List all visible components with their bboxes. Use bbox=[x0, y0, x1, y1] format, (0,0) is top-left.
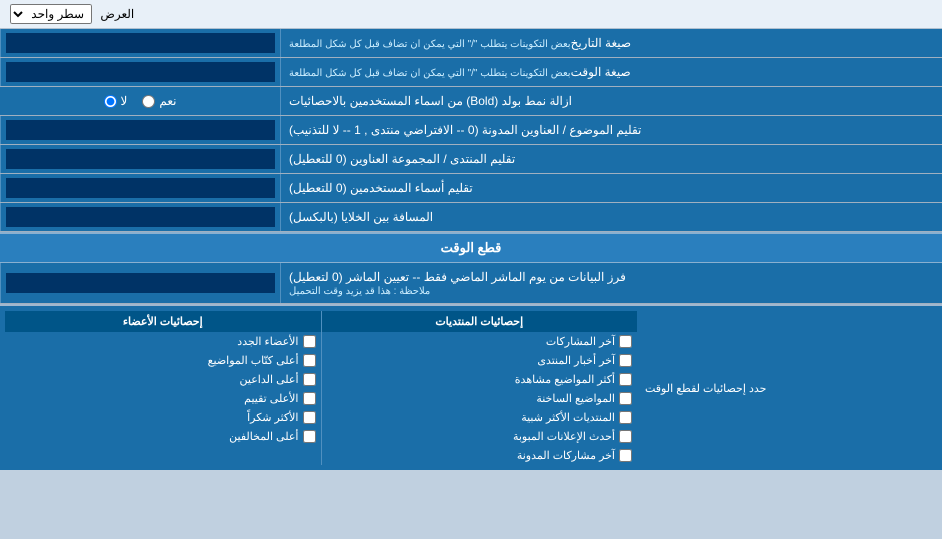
members-col-header: إحصائيات الأعضاء bbox=[5, 311, 321, 332]
username-trim-input-cell: 0 bbox=[0, 174, 280, 202]
bold-remove-label-cell: ازالة نمط بولد (Bold) من اسماء المستخدمي… bbox=[280, 87, 942, 115]
time-format-label-cell: صيغة الوقت بعض التكوينات يتطلب "/" التي … bbox=[280, 58, 942, 86]
time-cut-title: قطع الوقت bbox=[441, 240, 502, 256]
username-trim-input[interactable]: 0 bbox=[6, 178, 275, 198]
username-trim-row: تقليم أسماء المستخدمين (0 للتعطيل) 0 bbox=[0, 174, 942, 203]
time-cut-days-input[interactable]: 0 bbox=[6, 273, 275, 293]
bold-remove-yes-label[interactable]: نعم bbox=[142, 94, 176, 108]
topic-sort-input[interactable]: 33 bbox=[6, 120, 275, 140]
date-format-label-cell: صيغة التاريخ بعض التكوينات يتطلب "/" الت… bbox=[280, 29, 942, 57]
checkbox-top-rated[interactable] bbox=[303, 392, 316, 405]
checkbox-new-members[interactable] bbox=[303, 335, 316, 348]
time-format-input-cell: H:i bbox=[0, 58, 280, 86]
time-format-row: صيغة الوقت بعض التكوينات يتطلب "/" التي … bbox=[0, 58, 942, 87]
time-cut-days-row: فرز البيانات من يوم الماشر الماضي فقط --… bbox=[0, 263, 942, 304]
checkbox-last-posts[interactable] bbox=[619, 335, 632, 348]
topic-sort-label-cell: تقليم الموضوع / العناوين المدونة (0 -- ا… bbox=[280, 116, 942, 144]
time-cut-days-label: فرز البيانات من يوم الماشر الماضي فقط --… bbox=[289, 270, 626, 284]
time-cut-days-sublabel: ملاحظة : هذا قد يزيد وقت التحميل bbox=[289, 286, 430, 297]
display-mode-label: العرض bbox=[100, 7, 134, 21]
date-format-row: صيغة التاريخ بعض التكوينات يتطلب "/" الت… bbox=[0, 29, 942, 58]
topic-sort-row: تقليم الموضوع / العناوين المدونة (0 -- ا… bbox=[0, 116, 942, 145]
cell-spacing-input[interactable]: 2 bbox=[6, 207, 275, 227]
bold-remove-row: ازالة نمط بولد (Bold) من اسماء المستخدمي… bbox=[0, 87, 942, 116]
forum-sort-row: تقليم المنتدى / المجموعة العناوين (0 للت… bbox=[0, 145, 942, 174]
time-cut-days-label-cell: فرز البيانات من يوم الماشر الماضي فقط --… bbox=[280, 263, 942, 303]
date-format-input[interactable]: d-m bbox=[6, 33, 275, 53]
username-trim-label-cell: تقليم أسماء المستخدمين (0 للتعطيل) bbox=[280, 174, 942, 202]
checkbox-item-classifieds: أحدث الإعلانات المبوبة bbox=[322, 427, 638, 446]
checkbox-forum-news[interactable] bbox=[619, 354, 632, 367]
date-format-sublabel: بعض التكوينات يتطلب "/" التي يمكن ان تضا… bbox=[289, 39, 571, 50]
checkboxes-section: حدد إحصائيات لقطع الوقت إحصائيات المنتدي… bbox=[0, 304, 942, 470]
checkbox-top-inviters[interactable] bbox=[303, 373, 316, 386]
forum-sort-label: تقليم المنتدى / المجموعة العناوين (0 للت… bbox=[289, 152, 515, 166]
checkbox-item-blog-posts: آخر مشاركات المدونة bbox=[322, 446, 638, 465]
time-format-label: صيغة الوقت bbox=[571, 65, 631, 79]
checkbox-item-most-viewed: أكثر المواضيع مشاهدة bbox=[322, 370, 638, 389]
date-format-input-cell: d-m bbox=[0, 29, 280, 57]
checkbox-top-violators[interactable] bbox=[303, 430, 316, 443]
checkbox-item-top-rated: الأعلى تقييم bbox=[5, 389, 321, 408]
bold-remove-no-label[interactable]: لا bbox=[104, 94, 128, 108]
forum-sort-label-cell: تقليم المنتدى / المجموعة العناوين (0 للت… bbox=[280, 145, 942, 173]
bold-remove-label: ازالة نمط بولد (Bold) من اسماء المستخدمي… bbox=[289, 94, 572, 108]
checkbox-most-thanked[interactable] bbox=[303, 411, 316, 424]
limit-label: حدد إحصائيات لقطع الوقت bbox=[645, 382, 766, 395]
checkbox-group-members: إحصائيات الأعضاء الأعضاء الجدد أعلى كتّا… bbox=[5, 311, 321, 465]
bold-remove-no-radio[interactable] bbox=[104, 95, 117, 108]
cell-spacing-label-cell: المسافة بين الخلايا (بالبكسل) bbox=[280, 203, 942, 231]
date-format-label: صيغة التاريخ bbox=[571, 36, 632, 50]
cell-spacing-row: المسافة بين الخلايا (بالبكسل) 2 bbox=[0, 203, 942, 232]
checkbox-classifieds[interactable] bbox=[619, 430, 632, 443]
cell-spacing-input-cell: 2 bbox=[0, 203, 280, 231]
checkbox-group-forums: إحصائيات المنتديات آخر المشاركات آخر أخب… bbox=[321, 311, 638, 465]
checkbox-top-writers[interactable] bbox=[303, 354, 316, 367]
forum-sort-input-cell: 33 bbox=[0, 145, 280, 173]
checkbox-item-top-violators: أعلى المخالفين bbox=[5, 427, 321, 446]
time-format-sublabel: بعض التكوينات يتطلب "/" التي يمكن ان تضا… bbox=[289, 68, 571, 79]
bold-remove-radio-cell: نعم لا bbox=[0, 87, 280, 115]
forums-col-header: إحصائيات المنتديات bbox=[322, 311, 638, 332]
checkbox-similar-forums[interactable] bbox=[619, 411, 632, 424]
display-mode-select[interactable]: سطر واحد سطرين ثلاثة أسطر bbox=[10, 4, 92, 24]
cell-spacing-label: المسافة بين الخلايا (بالبكسل) bbox=[289, 210, 433, 224]
checkbox-item-top-inviters: أعلى الداعين bbox=[5, 370, 321, 389]
checkbox-item-forum-news: آخر أخبار المنتدى bbox=[322, 351, 638, 370]
checkbox-item-last-posts: آخر المشاركات bbox=[322, 332, 638, 351]
checkbox-item-new-members: الأعضاء الجدد bbox=[5, 332, 321, 351]
checkbox-hot-topics[interactable] bbox=[619, 392, 632, 405]
time-cut-section-header: قطع الوقت bbox=[0, 232, 942, 263]
time-format-input[interactable]: H:i bbox=[6, 62, 275, 82]
checkbox-item-most-thanked: الأكثر شكراً bbox=[5, 408, 321, 427]
topic-sort-label: تقليم الموضوع / العناوين المدونة (0 -- ا… bbox=[289, 123, 641, 137]
checkbox-blog-posts[interactable] bbox=[619, 449, 632, 462]
time-cut-days-input-cell: 0 bbox=[0, 263, 280, 303]
checkbox-most-viewed[interactable] bbox=[619, 373, 632, 386]
limit-label-cell: حدد إحصائيات لقطع الوقت bbox=[637, 311, 937, 465]
topic-sort-input-cell: 33 bbox=[0, 116, 280, 144]
checkbox-item-top-writers: أعلى كتّاب المواضيع bbox=[5, 351, 321, 370]
bold-remove-yes-radio[interactable] bbox=[142, 95, 155, 108]
username-trim-label: تقليم أسماء المستخدمين (0 للتعطيل) bbox=[289, 181, 473, 195]
checkbox-item-hot-topics: المواضيع الساخنة bbox=[322, 389, 638, 408]
forum-sort-input[interactable]: 33 bbox=[6, 149, 275, 169]
top-header-row: العرض سطر واحد سطرين ثلاثة أسطر bbox=[0, 0, 942, 29]
checkbox-item-similar-forums: المنتديات الأكثر شبية bbox=[322, 408, 638, 427]
